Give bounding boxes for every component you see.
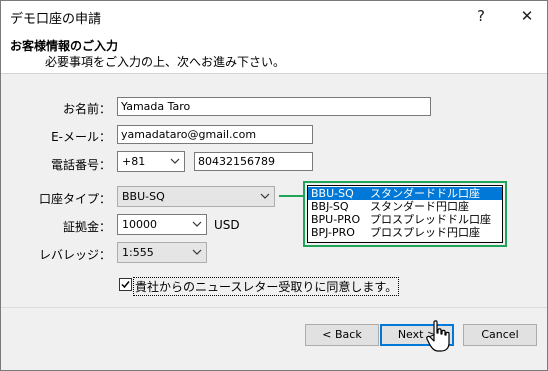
help-button[interactable]: ? <box>461 1 501 31</box>
leverage-value: 1:555 <box>122 246 154 259</box>
wizard-header: お客様情報のご入力 必要事項をご入力の上、次へお進み下さい。 <box>1 31 547 74</box>
account-type-select[interactable]: BBU-SQ <box>117 186 275 207</box>
email-input[interactable]: yamadataro@gmail.com <box>117 125 313 144</box>
phone-number-input[interactable]: 80432156789 <box>194 152 313 171</box>
window-title: デモ口座の申請 <box>10 12 102 27</box>
phone-label: 電話番号： <box>50 158 111 172</box>
back-button[interactable]: < Back <box>305 324 379 346</box>
name-label: お名前： <box>62 102 111 116</box>
cancel-button[interactable]: Cancel <box>463 324 537 346</box>
chevron-down-icon <box>192 247 202 257</box>
list-item[interactable]: BBU-SQ スタンダードドル口座 <box>308 187 502 200</box>
newsletter-checkbox[interactable] <box>119 278 132 291</box>
email-label: E-メール： <box>51 130 111 144</box>
country-code-value: +81 <box>122 155 146 168</box>
dialog-window: デモ口座の申請 ? ✕ お客様情報のご入力 必要事項をご入力の上、次へお進み下さ… <box>0 0 548 371</box>
divider <box>1 307 547 308</box>
leverage-label: レバレッジ： <box>38 248 111 262</box>
deposit-value: 10000 <box>122 218 157 231</box>
newsletter-label[interactable]: 貴社からのニュースレター受取りに同意します。 <box>133 277 400 296</box>
header-subtitle: 必要事項をご入力の上、次へお進み下さい。 <box>45 55 286 69</box>
title-bar: デモ口座の申請 ? ✕ <box>1 1 547 31</box>
list-item[interactable]: BPU-PRO プロスプレッドドル口座 <box>308 213 502 226</box>
leverage-select[interactable]: 1:555 <box>117 242 207 263</box>
highlight-connector <box>279 195 304 197</box>
deposit-label: 証拠金： <box>62 220 111 234</box>
list-item[interactable]: BPJ-PRO プロスプレッド円口座 <box>308 226 502 239</box>
list-item[interactable]: BBJ-SQ スタンダード円口座 <box>308 200 502 213</box>
hand-cursor-icon <box>426 320 452 357</box>
chevron-down-icon <box>192 219 202 229</box>
checkmark-icon <box>121 281 130 289</box>
account-type-value: BBU-SQ <box>122 190 165 203</box>
chevron-down-icon <box>260 191 270 201</box>
account-type-label: 口座タイプ： <box>38 192 111 206</box>
currency-label: USD <box>214 218 240 232</box>
account-type-list[interactable]: BBU-SQ スタンダードドル口座 BBJ-SQ スタンダード円口座 BPU-P… <box>307 185 503 243</box>
name-input[interactable]: Yamada Taro <box>117 97 431 116</box>
chevron-down-icon <box>170 156 180 166</box>
country-code-select[interactable]: +81 <box>117 151 185 172</box>
header-title: お客様情報のご入力 <box>10 39 119 53</box>
close-button[interactable]: ✕ <box>507 1 547 31</box>
deposit-select[interactable]: 10000 <box>117 214 207 235</box>
